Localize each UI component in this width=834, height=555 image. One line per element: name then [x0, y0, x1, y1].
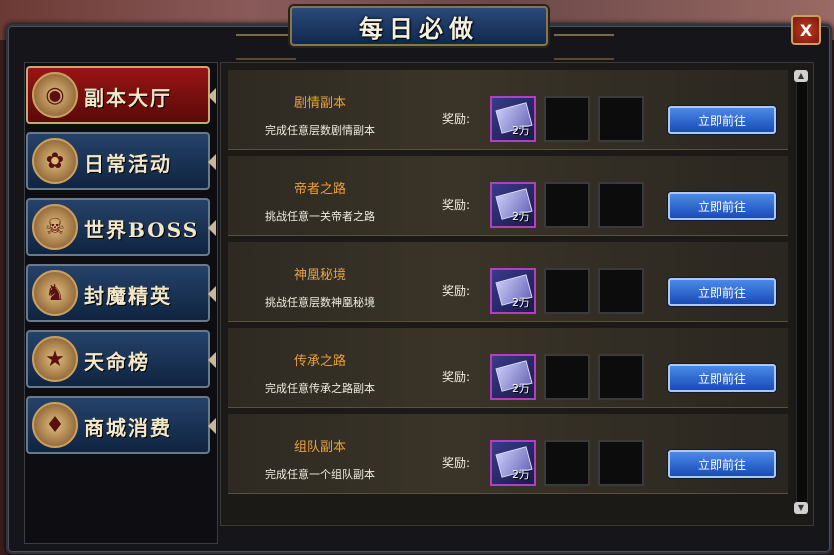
mask-icon: ◉: [32, 72, 78, 118]
reward-label: 奖励:: [442, 198, 471, 212]
arrow-icon: [208, 352, 216, 368]
reward-slot-empty: [598, 354, 644, 400]
reward-slot-item[interactable]: 2万: [490, 182, 536, 228]
reward-slot-empty: [544, 354, 590, 400]
task-row: 神凰秘境挑战任意层数神凰秘境 奖励: 2万 立即前往: [228, 242, 788, 322]
scrollbar-track[interactable]: [796, 76, 808, 512]
task-name: 帝者之路: [293, 182, 346, 197]
reward-slot-empty: [544, 96, 590, 142]
task-name: 剧情副本: [293, 96, 346, 111]
window-title: 每日必做: [359, 13, 479, 43]
demon-icon: ☠: [32, 204, 78, 250]
reward-slot-empty: [598, 440, 644, 486]
task-description: 完成任意传承之路副本: [265, 382, 375, 395]
reward-quantity: 2万: [512, 468, 530, 481]
sidebar-item-label: 副本大厅: [84, 86, 172, 110]
task-description: 完成任意层数剧情副本: [265, 124, 375, 137]
sidebar-item-0[interactable]: ◉ 副本大厅: [26, 66, 216, 124]
arrow-icon: [208, 220, 216, 236]
reward-slot-empty: [598, 182, 644, 228]
reward-label: 奖励:: [442, 112, 471, 126]
task-row: 剧情副本完成任意层数剧情副本 奖励: 2万 立即前往: [228, 70, 788, 150]
scroll-down-button[interactable]: ▼: [794, 502, 808, 514]
go-now-button[interactable]: 立即前往: [668, 192, 776, 220]
title-ornament-left: [236, 34, 296, 60]
reward-quantity: 2万: [512, 382, 530, 395]
sidebar-item-4[interactable]: ★ 天命榜: [26, 330, 216, 388]
go-now-button[interactable]: 立即前往: [668, 106, 776, 134]
treasure-icon: ♦: [32, 402, 78, 448]
reward-label: 奖励:: [442, 456, 471, 470]
reward-quantity: 2万: [512, 124, 530, 137]
task-description: 挑战任意层数神凰秘境: [265, 296, 375, 309]
task-name: 神凰秘境: [293, 268, 346, 283]
title-ornament-right: [554, 34, 614, 60]
go-now-button[interactable]: 立即前往: [668, 278, 776, 306]
task-description: 完成任意一个组队副本: [265, 468, 375, 481]
reward-slot-item[interactable]: 2万: [490, 268, 536, 314]
reward-quantity: 2万: [512, 296, 530, 309]
task-description: 挑战任意一关帝者之路: [265, 210, 375, 223]
go-now-button[interactable]: 立即前往: [668, 364, 776, 392]
task-name: 组队副本: [293, 440, 346, 455]
reward-slot-empty: [544, 440, 590, 486]
sidebar-item-label: 封魔精英: [84, 284, 172, 308]
reward-slot-item[interactable]: 2万: [490, 440, 536, 486]
task-row: 传承之路完成任意传承之路副本 奖励: 2万 立即前往: [228, 328, 788, 408]
sidebar-item-5[interactable]: ♦ 商城消费: [26, 396, 216, 454]
reward-slot-empty: [598, 96, 644, 142]
close-icon: X: [799, 20, 813, 40]
arrow-icon: [208, 154, 216, 170]
reward-slot-item[interactable]: 2万: [490, 354, 536, 400]
sidebar-item-1[interactable]: ✿ 日常活动: [26, 132, 216, 190]
sidebar-item-label: 天命榜: [84, 350, 150, 374]
go-now-button[interactable]: 立即前往: [668, 450, 776, 478]
monster-icon: ♞: [32, 270, 78, 316]
window-title-plate: 每日必做: [290, 6, 548, 46]
close-button[interactable]: X: [791, 15, 821, 45]
flower-icon: ✿: [32, 138, 78, 184]
task-name: 传承之路: [293, 354, 346, 369]
sidebar-item-3[interactable]: ♞ 封魔精英: [26, 264, 216, 322]
arrow-icon: [208, 418, 216, 434]
scroll-up-button[interactable]: ▲: [794, 70, 808, 82]
sidebar-item-label: 日常活动: [84, 152, 172, 176]
sidebar-item-label: 商城消费: [84, 416, 172, 440]
reward-slot-empty: [598, 268, 644, 314]
reward-slot-empty: [544, 182, 590, 228]
reward-slot-empty: [544, 268, 590, 314]
reward-label: 奖励:: [442, 284, 471, 298]
arrow-icon: [208, 286, 216, 302]
reward-label: 奖励:: [442, 370, 471, 384]
sidebar-item-2[interactable]: ☠ 世界BOSS: [26, 198, 216, 256]
task-row: 组队副本完成任意一个组队副本 奖励: 2万 立即前往: [228, 414, 788, 494]
arrow-icon: [208, 88, 216, 104]
task-row: 帝者之路挑战任意一关帝者之路 奖励: 2万 立即前往: [228, 156, 788, 236]
reward-slot-item[interactable]: 2万: [490, 96, 536, 142]
reward-quantity: 2万: [512, 210, 530, 223]
sidebar-item-label: 世界BOSS: [84, 218, 200, 242]
banner-icon: ★: [32, 336, 78, 382]
